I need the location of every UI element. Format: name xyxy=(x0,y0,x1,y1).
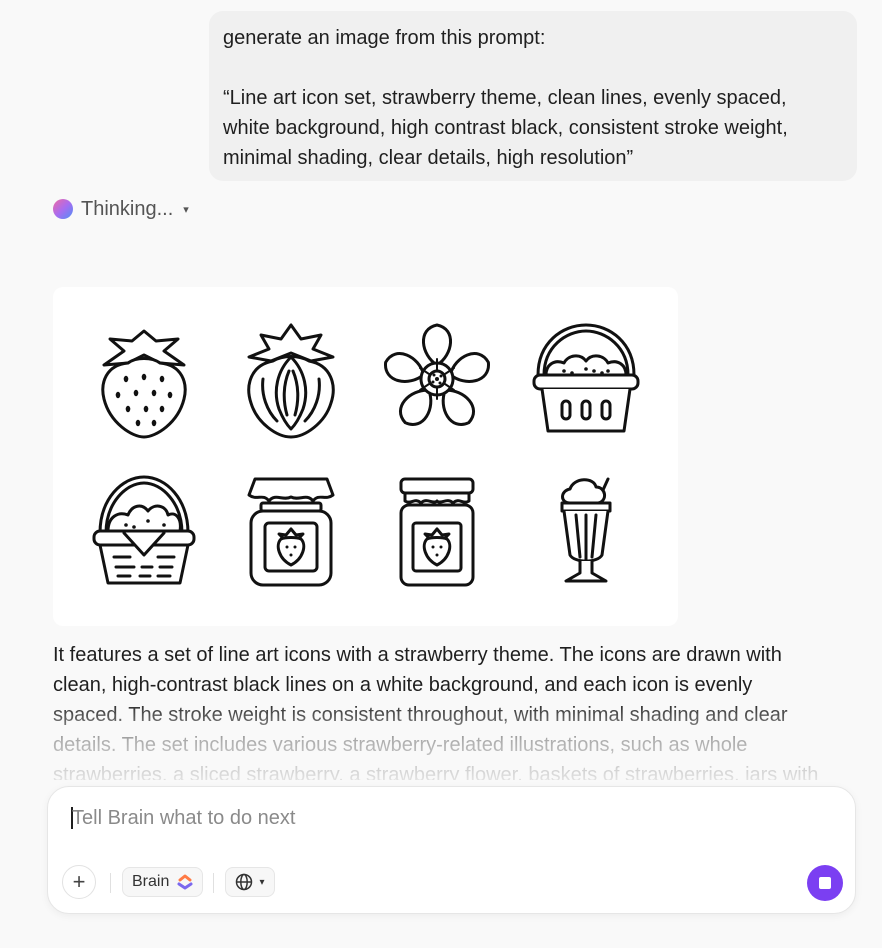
message-input[interactable] xyxy=(72,803,772,833)
prompt-line: minimal shading, clear details, high res… xyxy=(223,147,634,169)
brain-model-button[interactable]: Brain xyxy=(122,867,204,897)
toolbar-divider xyxy=(213,873,214,893)
chevron-down-icon: ▾ xyxy=(259,876,265,888)
gradient-orb-icon xyxy=(53,199,73,219)
generated-image[interactable] xyxy=(53,287,678,626)
prompt-line: white background, high contrast black, c… xyxy=(223,117,788,139)
brain-label: Brain xyxy=(132,873,170,890)
response-line: It features a set of line art icons with… xyxy=(53,644,782,666)
add-attachment-button[interactable]: + xyxy=(62,865,96,899)
sliced-strawberry-icon xyxy=(247,323,335,439)
stop-icon xyxy=(819,877,831,889)
response-line: strawberries, a sliced strawberry, a str… xyxy=(53,764,819,780)
user-message-line: generate an image from this prompt: xyxy=(223,27,546,49)
composer: + Brain ▾ xyxy=(47,786,856,914)
strawberry-basket-icon xyxy=(532,323,640,433)
whole-strawberry-icon xyxy=(101,329,187,439)
plus-icon: + xyxy=(72,869,86,894)
stop-generation-button[interactable] xyxy=(807,865,843,901)
prompt-line: “Line art icon set, strawberry theme, cl… xyxy=(223,87,787,109)
response-line: details. The set includes various strawb… xyxy=(53,734,748,756)
milkshake-icon xyxy=(560,477,612,583)
response-line: spaced. The stroke weight is consistent … xyxy=(53,704,788,726)
assistant-response: It features a set of line art icons with… xyxy=(53,640,853,780)
response-line: clean, high-contrast black lines on a wh… xyxy=(53,674,753,696)
brain-logo-icon xyxy=(177,874,193,890)
user-message-bubble: generate an image from this prompt: “Lin… xyxy=(209,11,857,181)
strawberry-flower-icon xyxy=(384,323,490,426)
web-search-toggle[interactable]: ▾ xyxy=(225,867,275,897)
toolbar-divider xyxy=(110,873,111,893)
jam-jar-icon xyxy=(247,477,335,587)
thinking-label: Thinking... xyxy=(81,197,174,220)
chevron-down-icon: ▾ xyxy=(183,203,189,216)
thinking-toggle[interactable]: Thinking... ▾ xyxy=(53,196,189,222)
tall-jam-jar-icon xyxy=(399,477,475,587)
globe-icon xyxy=(236,873,253,891)
woven-basket-icon xyxy=(92,475,196,585)
